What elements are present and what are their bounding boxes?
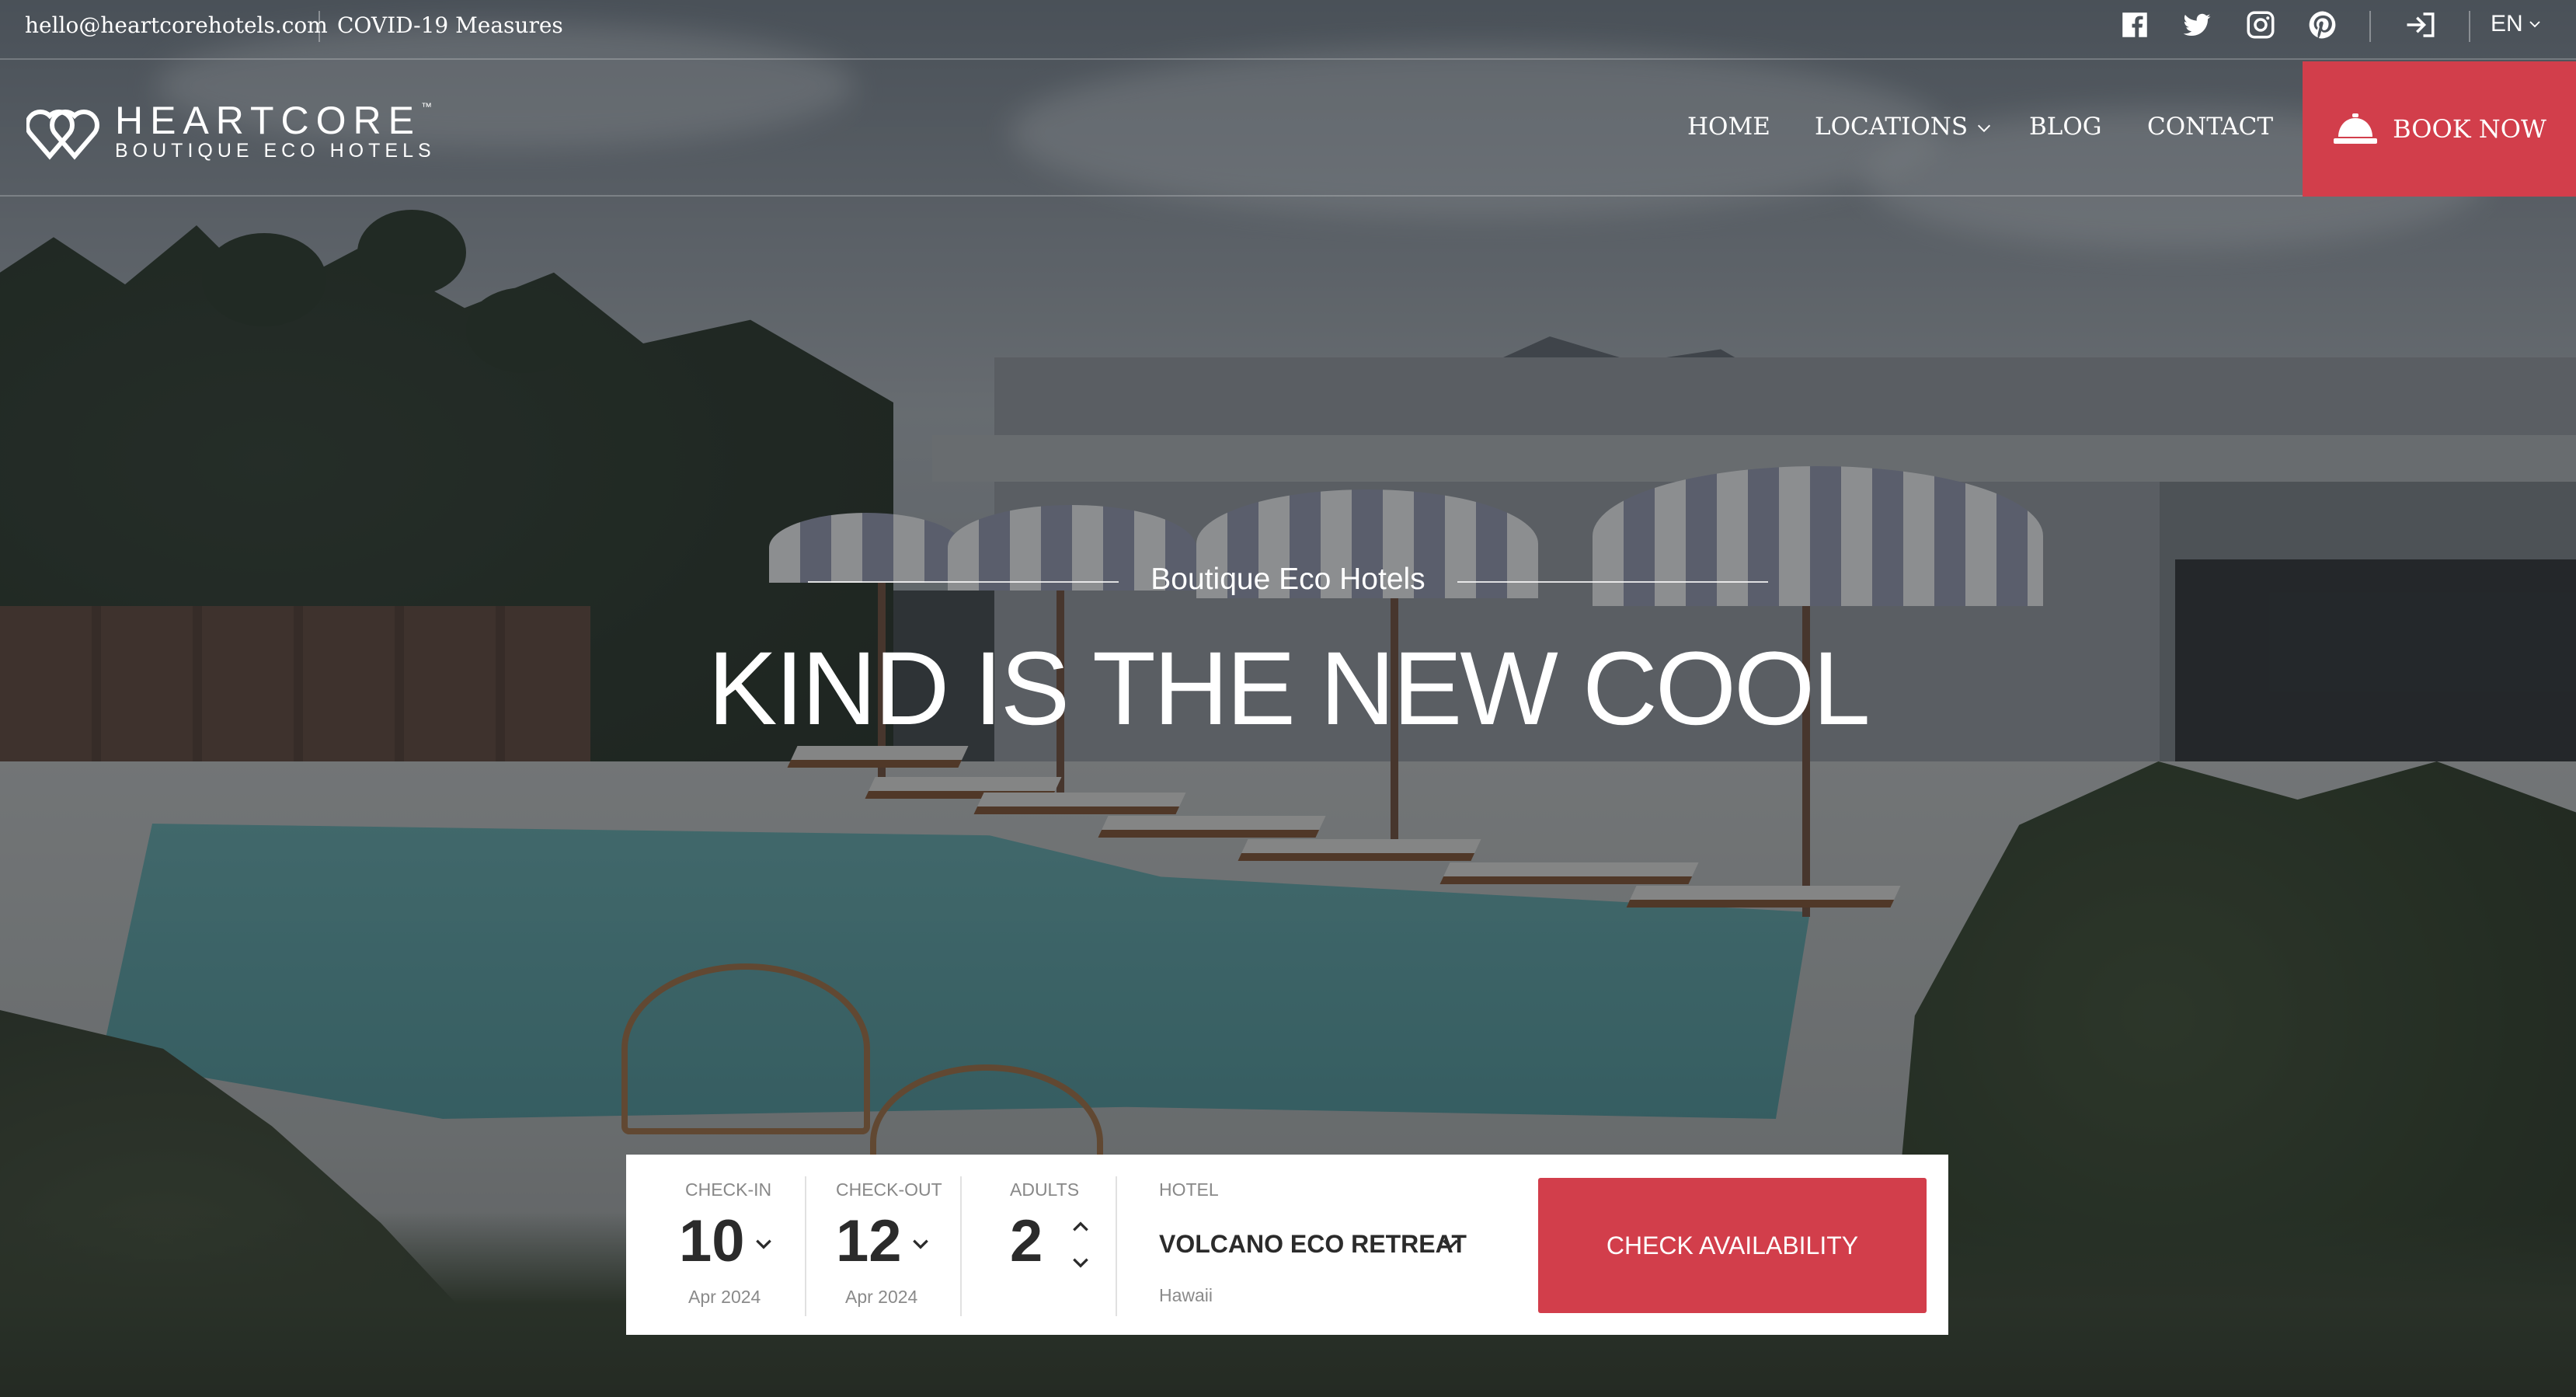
chevron-up-icon[interactable] (1070, 1217, 1091, 1237)
hero-headline: KIND IS THE NEW COOL (708, 631, 1871, 747)
nav-item-label: LOCATIONS (1815, 113, 1969, 141)
adults-label: ADULTS (1010, 1179, 1080, 1200)
adults-value: 2 (1010, 1208, 1043, 1274)
hotel-value: VOLCANO ECO RETREAT (1159, 1230, 1467, 1258)
hero-tagline: Boutique Eco Hotels (808, 558, 1768, 604)
chevron-down-icon[interactable] (1070, 1252, 1091, 1273)
nav-item-locations[interactable]: LOCATIONS (1815, 113, 1993, 141)
pinterest-icon[interactable] (2306, 8, 2340, 42)
checkin-label: CHECK-IN (685, 1179, 772, 1200)
login-icon[interactable] (2404, 8, 2438, 42)
nav-item-home[interactable]: HOME (1687, 113, 1770, 141)
chevron-down-icon (913, 1239, 928, 1249)
book-now-button[interactable]: BOOK NOW (2303, 61, 2576, 197)
trademark: ™ (421, 100, 433, 113)
nav-item-contact[interactable]: CONTACT (2147, 113, 2273, 141)
hotel-select[interactable]: HOTEL VOLCANO ECO RETREAT Hawaii (1117, 1155, 1521, 1335)
checkin-month: Apr 2024 (688, 1287, 761, 1307)
chevron-down-icon (2529, 21, 2540, 28)
chevron-down-icon (756, 1239, 771, 1249)
checkout-day: 12 (836, 1208, 902, 1274)
divider (319, 11, 320, 42)
nav-item-blog[interactable]: BLOG (2029, 113, 2102, 141)
chevron-down-icon (1443, 1239, 1458, 1249)
language-selector[interactable]: EN (2491, 11, 2542, 37)
check-availability-button[interactable]: CHECK AVAILABILITY (1538, 1178, 1927, 1313)
booking-widget: CHECK-IN 10 Apr 2024 CHECK-OUT 12 Apr 20… (626, 1155, 1948, 1335)
brand-logo[interactable]: HEARTCORE™ BOUTIQUE ECO HOTELS (26, 101, 436, 161)
facebook-icon[interactable] (2118, 8, 2152, 42)
adults-stepper: ADULTS 2 (962, 1155, 1117, 1335)
top-bar: hello@heartcorehotels.com COVID-19 Measu… (0, 0, 2576, 60)
checkin-field[interactable]: CHECK-IN 10 Apr 2024 (626, 1155, 805, 1335)
instagram-icon[interactable] (2244, 8, 2278, 42)
covid-measures-link[interactable]: COVID-19 Measures (337, 12, 563, 38)
brand-tagline: BOUTIQUE ECO HOTELS (115, 140, 436, 162)
hotel-location: Hawaii (1159, 1285, 1213, 1305)
chevron-down-icon (1978, 124, 1991, 132)
hotel-label: HOTEL (1159, 1179, 1219, 1200)
brand-name: HEARTCORE (115, 99, 422, 142)
email-link[interactable]: hello@heartcorehotels.com (25, 12, 328, 38)
checkout-month: Apr 2024 (845, 1287, 918, 1307)
double-heart-logo-icon (26, 109, 99, 160)
book-now-label: BOOK NOW (2393, 114, 2546, 144)
service-bell-icon (2334, 113, 2378, 144)
divider (2469, 11, 2470, 42)
checkout-field[interactable]: CHECK-OUT 12 Apr 2024 (806, 1155, 962, 1335)
divider (2369, 11, 2371, 42)
decorative-line (1457, 581, 1768, 583)
hero-subtitle: Boutique Eco Hotels (1150, 563, 1426, 596)
checkout-label: CHECK-OUT (836, 1179, 942, 1200)
language-label: EN (2491, 11, 2523, 37)
checkin-day: 10 (679, 1208, 745, 1274)
main-navigation: HEARTCORE™ BOUTIQUE ECO HOTELS HOME LOCA… (0, 61, 2576, 197)
twitter-icon[interactable] (2180, 8, 2214, 42)
